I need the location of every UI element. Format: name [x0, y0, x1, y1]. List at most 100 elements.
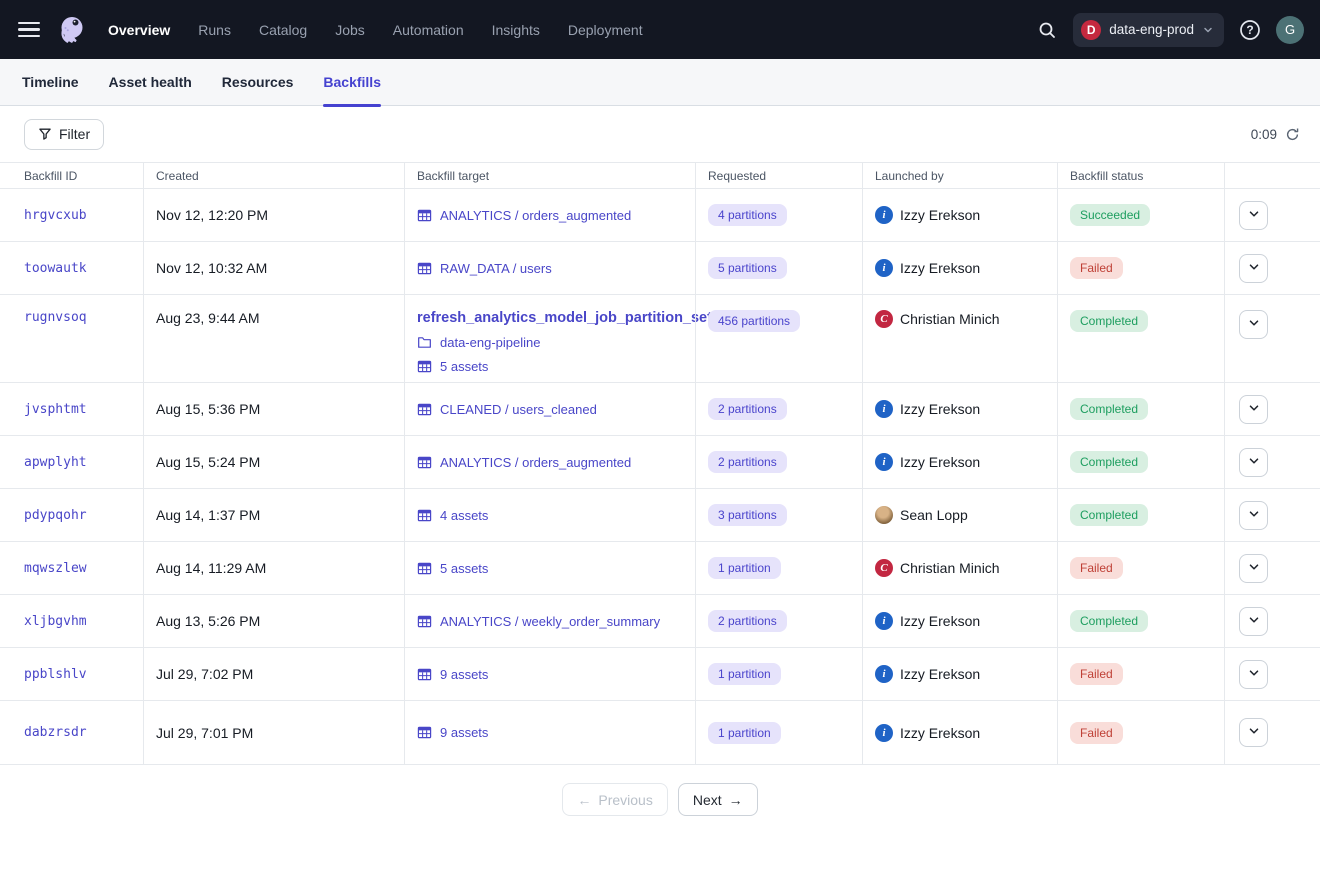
chevron-down-icon: [1247, 560, 1261, 577]
target-line: data-eng-pipeline: [417, 335, 540, 350]
hamburger-menu-icon[interactable]: [18, 19, 44, 41]
backfill-target-link[interactable]: CLEANED / users_cleaned: [440, 402, 597, 417]
row-expand-button[interactable]: [1239, 201, 1268, 230]
row-expand-button[interactable]: [1239, 254, 1268, 283]
cell-created: Aug 14, 11:29 AM: [143, 542, 404, 594]
backfill-target-link[interactable]: data-eng-pipeline: [440, 335, 540, 350]
refresh-icon[interactable]: [1285, 127, 1300, 142]
launcher-name: Izzy Erekson: [900, 725, 980, 741]
cell-launched-by: CChristian Minich: [862, 295, 1057, 382]
table-row: ppblshlvJul 29, 7:02 PM9 assets1 partiti…: [0, 648, 1320, 701]
dagster-app: Overview Runs Catalog Jobs Automation Insight…: [0, 0, 1320, 875]
backfill-id-link[interactable]: rugnvsoq: [24, 310, 87, 325]
chevron-down-icon: [1247, 507, 1261, 524]
row-expand-button[interactable]: [1239, 718, 1268, 747]
table-icon: [417, 561, 432, 576]
cell-actions: [1224, 295, 1320, 382]
launcher-name: Christian Minich: [900, 311, 1000, 327]
dagster-logo-icon[interactable]: [54, 12, 90, 48]
cell-backfill-status: Failed: [1057, 542, 1224, 594]
help-icon[interactable]: ?: [1234, 14, 1266, 46]
backfill-target-link[interactable]: refresh_analytics_model_job_partition_se…: [417, 310, 712, 326]
folder-icon: [417, 335, 432, 350]
tab-asset-health[interactable]: Asset health: [109, 59, 192, 106]
row-expand-button[interactable]: [1239, 395, 1268, 424]
arrow-right-icon: →: [729, 792, 743, 808]
cell-launched-by: Sean Lopp: [862, 489, 1057, 541]
nav-item-automation[interactable]: Automation: [393, 22, 464, 38]
backfill-id-link[interactable]: dabzrsdr: [24, 725, 87, 740]
backfill-target-link[interactable]: ANALYTICS / orders_augmented: [440, 455, 631, 470]
nav-item-runs[interactable]: Runs: [198, 22, 231, 38]
user-avatar[interactable]: G: [1276, 16, 1304, 44]
backfill-target-link[interactable]: RAW_DATA / users: [440, 261, 552, 276]
launcher-name: Christian Minich: [900, 560, 1000, 576]
launcher: iIzzy Erekson: [875, 724, 980, 742]
nav-item-overview[interactable]: Overview: [108, 22, 170, 38]
row-expand-button[interactable]: [1239, 448, 1268, 477]
backfill-id-link[interactable]: xljbgvhm: [24, 614, 87, 629]
table-header-row: Backfill IDCreatedBackfill targetRequest…: [0, 162, 1320, 189]
backfill-target-link[interactable]: 4 assets: [440, 508, 488, 523]
chevron-down-icon: [1247, 613, 1261, 630]
column-header-actions: [1224, 163, 1320, 188]
backfill-target-link[interactable]: 9 assets: [440, 667, 488, 682]
row-expand-button[interactable]: [1239, 310, 1268, 339]
cell-requested: 3 partitions: [695, 489, 862, 541]
cell-launched-by: iIzzy Erekson: [862, 436, 1057, 488]
filter-button[interactable]: Filter: [24, 119, 104, 150]
backfill-target-link[interactable]: 5 assets: [440, 359, 488, 374]
topnav-right: D data-eng-prod ? G: [1031, 13, 1304, 47]
backfill-target-link[interactable]: ANALYTICS / weekly_order_summary: [440, 614, 660, 629]
backfill-target-link[interactable]: ANALYTICS / orders_augmented: [440, 208, 631, 223]
nav-item-insights[interactable]: Insights: [492, 22, 540, 38]
row-expand-button[interactable]: [1239, 501, 1268, 530]
backfill-id-link[interactable]: toowautk: [24, 261, 87, 276]
cell-requested: 1 partition: [695, 701, 862, 764]
avatar-initial: C: [875, 559, 893, 577]
cell-requested: 1 partition: [695, 542, 862, 594]
next-page-button[interactable]: Next →: [678, 783, 758, 816]
nav-item-deployment[interactable]: Deployment: [568, 22, 643, 38]
backfill-target-link[interactable]: 9 assets: [440, 725, 488, 740]
table-icon: [417, 614, 432, 629]
cell-launched-by: iIzzy Erekson: [862, 701, 1057, 764]
avatar-initial: i: [875, 259, 893, 277]
created-timestamp: Aug 15, 5:24 PM: [156, 454, 260, 470]
previous-page-button[interactable]: ← Previous: [562, 783, 667, 816]
row-expand-button[interactable]: [1239, 660, 1268, 689]
backfill-target-link[interactable]: 5 assets: [440, 561, 488, 576]
launcher-name: Izzy Erekson: [900, 454, 980, 470]
deployment-badge: D: [1081, 20, 1101, 40]
cell-actions: [1224, 595, 1320, 647]
avatar-initial: i: [875, 665, 893, 683]
backfill-id-link[interactable]: ppblshlv: [24, 667, 87, 682]
backfill-id-link[interactable]: mqwszlew: [24, 561, 87, 576]
backfills-table: Backfill IDCreatedBackfill targetRequest…: [0, 162, 1320, 765]
deployment-switcher[interactable]: D data-eng-prod: [1073, 13, 1224, 47]
created-timestamp: Aug 14, 1:37 PM: [156, 507, 260, 523]
search-icon[interactable]: [1031, 14, 1063, 46]
backfill-id-link[interactable]: hrgvcxub: [24, 208, 87, 223]
auto-refresh: 0:09: [1251, 127, 1300, 142]
cell-requested: 1 partition: [695, 648, 862, 700]
nav-item-catalog[interactable]: Catalog: [259, 22, 307, 38]
partitions-badge: 3 partitions: [708, 504, 787, 526]
column-header-backfill-target: Backfill target: [404, 163, 695, 188]
backfill-id-link[interactable]: jvsphtmt: [24, 402, 87, 417]
row-expand-button[interactable]: [1239, 607, 1268, 636]
tab-timeline[interactable]: Timeline: [22, 59, 79, 106]
nav-item-jobs[interactable]: Jobs: [335, 22, 365, 38]
cell-actions: [1224, 189, 1320, 241]
partitions-badge: 1 partition: [708, 663, 781, 685]
column-header-backfill-status: Backfill status: [1057, 163, 1224, 188]
previous-label: Previous: [598, 792, 652, 808]
row-expand-button[interactable]: [1239, 554, 1268, 583]
backfill-id-link[interactable]: pdypqohr: [24, 508, 87, 523]
backfill-id-link[interactable]: apwplyht: [24, 455, 87, 470]
cell-launched-by: iIzzy Erekson: [862, 242, 1057, 294]
tab-backfills[interactable]: Backfills: [323, 59, 381, 106]
partitions-badge: 5 partitions: [708, 257, 787, 279]
tab-resources[interactable]: Resources: [222, 59, 294, 106]
target-line: 9 assets: [417, 667, 488, 682]
